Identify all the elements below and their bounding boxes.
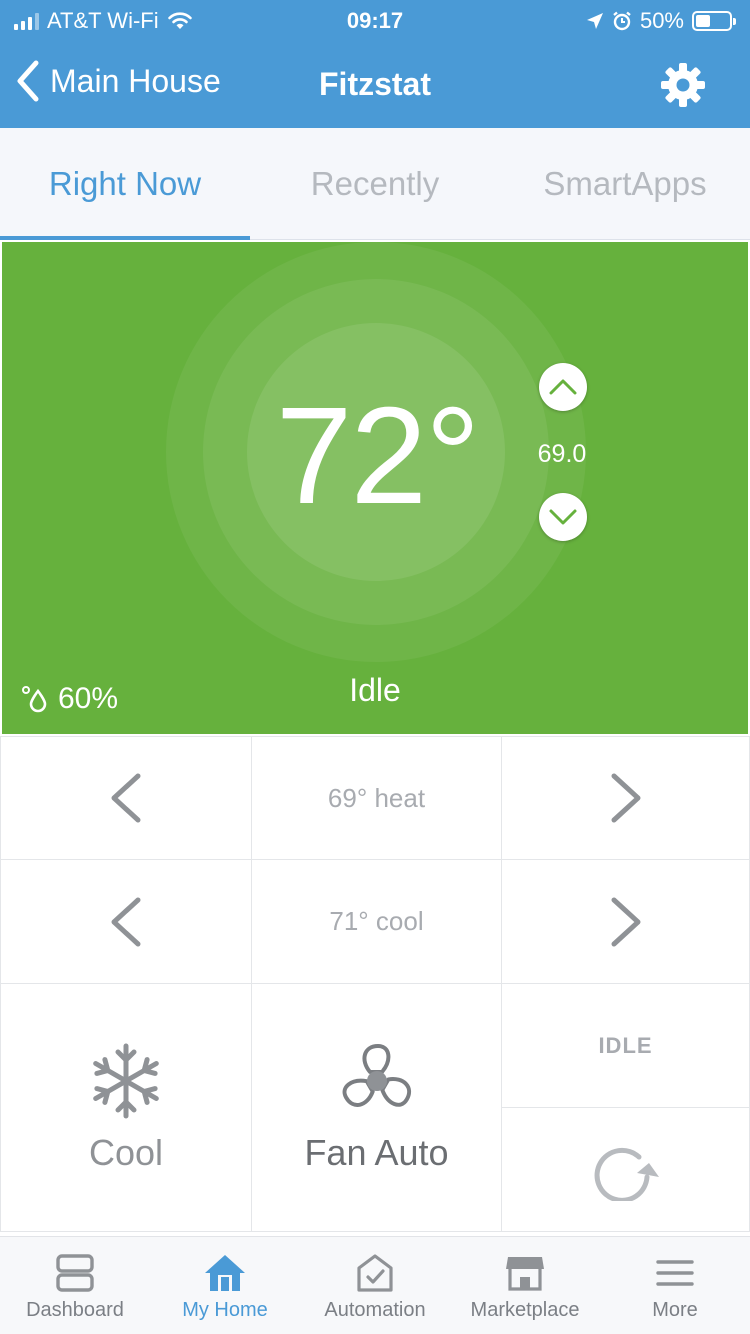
tabbar-item-automation[interactable]: Automation — [300, 1237, 450, 1334]
fan-mode-label: Fan Auto — [304, 1131, 449, 1173]
refresh-button[interactable] — [501, 1107, 750, 1232]
menu-icon — [656, 1260, 694, 1286]
cool-setpoint-label: 71° cool — [329, 906, 424, 936]
location-icon — [586, 13, 603, 29]
chevron-right-icon — [611, 897, 640, 946]
tabbar-label-more: More — [652, 1299, 698, 1321]
battery-icon — [692, 11, 736, 31]
thermostat-panel: 72° 69.0 60% Idle — [2, 242, 748, 734]
operating-state-label: IDLE — [598, 1032, 653, 1058]
heat-increase-button[interactable] — [501, 736, 750, 860]
refresh-icon — [594, 1147, 659, 1201]
gear-icon[interactable] — [660, 62, 706, 108]
controls-grid: 69° heat 71° cool Cool Fan Auto IDLE — [0, 736, 750, 1232]
heat-setpoint-label: 69° heat — [327, 782, 426, 813]
setpoint-value: 69.0 — [537, 440, 587, 468]
bottom-tab-bar: Dashboard My Home Automation Marketplace… — [0, 1236, 750, 1334]
tab-recently[interactable]: Recently — [250, 128, 500, 239]
fan-mode-button[interactable]: Fan Auto — [251, 983, 502, 1232]
chevron-down-icon — [549, 509, 577, 525]
marketplace-icon — [506, 1257, 544, 1291]
alarm-icon — [613, 11, 631, 31]
top-bar: AT&T Wi-Fi 09:17 50% Main House Fitzstat — [0, 0, 750, 128]
mode-label: Cool — [88, 1131, 164, 1173]
fan-icon — [342, 1043, 411, 1107]
setpoint-up-button[interactable] — [539, 363, 587, 411]
operating-state-cell: IDLE — [501, 983, 750, 1108]
dashboard-icon — [56, 1254, 94, 1292]
home-icon — [205, 1255, 245, 1291]
status-bar: AT&T Wi-Fi 09:17 50% — [0, 0, 750, 40]
cool-setpoint-cell: 71° cool — [251, 859, 502, 984]
cool-increase-button[interactable] — [501, 859, 750, 984]
tabbar-label-automation: Automation — [324, 1299, 426, 1321]
heat-setpoint-cell: 69° heat — [251, 736, 502, 860]
setpoint-down-button[interactable] — [539, 493, 587, 541]
battery-percent: 50% — [639, 8, 684, 33]
chevron-right-icon — [611, 773, 640, 823]
tabbar-label-marketplace: Marketplace — [470, 1299, 580, 1321]
heat-decrease-button[interactable] — [0, 736, 252, 860]
tabbar-label-dashboard: Dashboard — [26, 1299, 124, 1321]
cool-decrease-button[interactable] — [0, 859, 252, 984]
tab-smartapps[interactable]: SmartApps — [500, 128, 750, 239]
segment-tabs: Right Now Recently SmartApps — [0, 128, 750, 240]
tabbar-item-dashboard[interactable]: Dashboard — [0, 1237, 150, 1334]
nav-bar: Main House Fitzstat — [0, 48, 750, 120]
tab-right-now[interactable]: Right Now — [0, 128, 250, 240]
snowflake-icon — [93, 1043, 159, 1118]
automation-icon — [357, 1254, 393, 1292]
tabbar-label-my-home: My Home — [182, 1299, 268, 1321]
tabbar-item-my-home[interactable]: My Home — [150, 1237, 300, 1334]
thermostat-state: Idle — [349, 672, 401, 708]
tabbar-item-marketplace[interactable]: Marketplace — [450, 1237, 600, 1334]
chevron-left-icon — [111, 897, 141, 946]
mode-button[interactable]: Cool — [0, 983, 252, 1232]
chevron-left-icon — [111, 773, 141, 823]
current-temperature: 72° — [275, 379, 481, 533]
chevron-up-icon — [549, 379, 577, 395]
page-title: Fitzstat — [319, 66, 431, 102]
tabbar-item-more[interactable]: More — [600, 1237, 750, 1334]
